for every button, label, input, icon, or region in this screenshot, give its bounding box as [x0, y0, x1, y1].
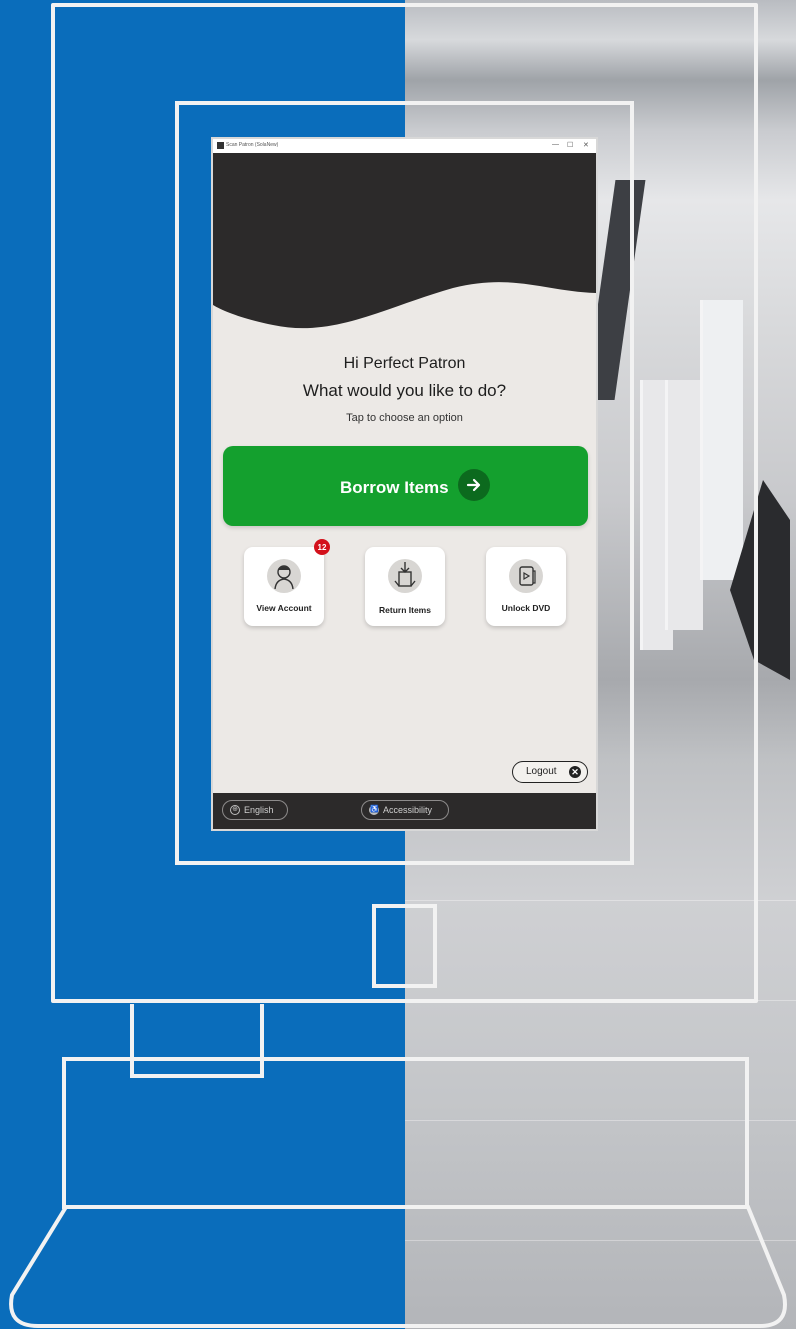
unlock-dvd-label: Unlock DVD: [501, 603, 551, 613]
hero-wave: [213, 153, 596, 329]
greeting-question: What would you like to do?: [302, 381, 507, 400]
unlock-dvd-button[interactable]: Unlock DVD: [486, 547, 566, 626]
window-title: Scan Patron (SolaNew): [226, 142, 279, 148]
language-button[interactable]: ⊕ English: [222, 800, 288, 820]
person-icon: [267, 559, 301, 593]
minimize-button[interactable]: —: [552, 141, 559, 148]
accessibility-label: Accessibility: [383, 805, 433, 815]
accessibility-icon: ♿: [369, 805, 379, 815]
window-titlebar: Scan Patron (SolaNew) — ☐ ✕: [213, 139, 596, 153]
dvd-icon: [509, 559, 543, 593]
kiosk-foot-outline: [9, 1205, 787, 1328]
return-items-label: Return Items: [379, 605, 431, 615]
view-account-button[interactable]: View Account: [244, 547, 324, 626]
borrow-items-button[interactable]: Borrow Items: [223, 446, 588, 526]
kiosk-screen: Scan Patron (SolaNew) — ☐ ✕ Hi Perfect P…: [213, 139, 596, 829]
borrow-items-label: Borrow Items: [340, 478, 449, 497]
neck-gap: [134, 999, 260, 1007]
return-book-icon: [388, 559, 422, 593]
kiosk-scanner-outline: [372, 904, 437, 988]
greeting-subtitle: Tap to choose an option: [346, 412, 463, 424]
greeting-name: Hi Perfect Patron: [343, 355, 466, 372]
view-account-label: View Account: [256, 603, 312, 613]
accessibility-button[interactable]: ♿ Accessibility: [361, 800, 449, 820]
app-icon: [217, 142, 224, 149]
arrow-right-icon: [458, 469, 490, 501]
close-button[interactable]: ✕: [583, 141, 589, 149]
account-notification-badge: 12: [314, 539, 330, 555]
bottom-bar: ⊕ English ♿ Accessibility: [213, 793, 596, 829]
return-items-button[interactable]: Return Items: [365, 547, 445, 626]
logout-button[interactable]: Logout ✕: [512, 761, 588, 783]
language-label: English: [244, 805, 274, 815]
globe-icon: ⊕: [230, 805, 240, 815]
kiosk-base-outline: [62, 1057, 749, 1209]
logout-label: Logout: [526, 766, 557, 777]
maximize-button[interactable]: ☐: [567, 141, 573, 149]
close-circle-icon: ✕: [569, 766, 581, 778]
